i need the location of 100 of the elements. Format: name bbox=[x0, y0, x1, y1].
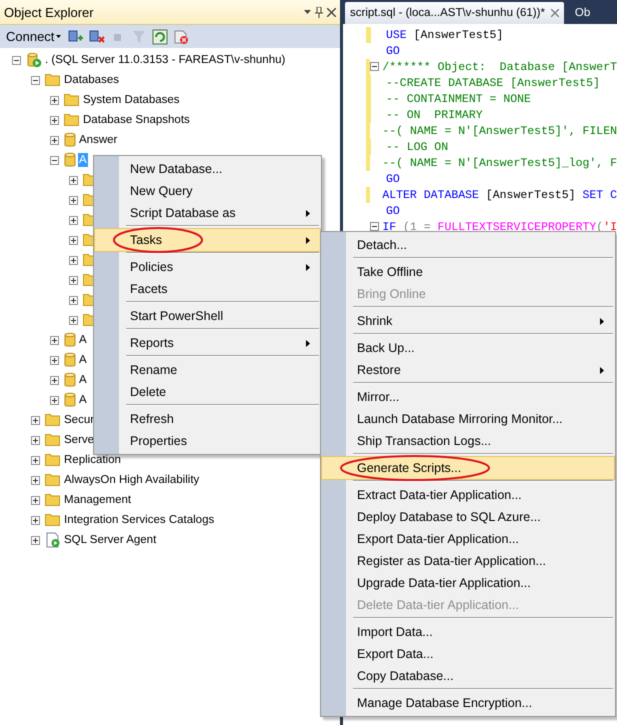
menu-item[interactable]: Upgrade Data-tier Application... bbox=[322, 572, 614, 594]
expand-icon[interactable] bbox=[31, 436, 40, 444]
code-line: GO bbox=[386, 204, 400, 218]
menu-item[interactable]: Generate Scripts... bbox=[322, 457, 614, 479]
menu-item[interactable]: Register as Data-tier Application... bbox=[322, 550, 614, 572]
expand-icon[interactable] bbox=[31, 516, 40, 524]
menu-item[interactable]: Refresh bbox=[95, 408, 320, 430]
connect-button[interactable]: Connect bbox=[4, 29, 64, 44]
tree-item-label[interactable]: Database Snapshots bbox=[82, 113, 191, 127]
expand-icon[interactable] bbox=[69, 316, 78, 324]
menu-item[interactable]: Take Offline bbox=[322, 261, 614, 283]
refresh-icon[interactable] bbox=[152, 28, 168, 44]
menu-item[interactable]: Reports bbox=[95, 332, 320, 354]
expand-icon[interactable] bbox=[69, 276, 78, 284]
folder-icon bbox=[45, 474, 61, 486]
tree-item-label[interactable]: Secur bbox=[63, 413, 96, 427]
menu-item[interactable]: Manage Database Encryption... bbox=[322, 692, 614, 714]
menu-item[interactable]: Ship Transaction Logs... bbox=[322, 430, 614, 452]
tree-item-label[interactable]: System Databases bbox=[82, 93, 181, 107]
expand-icon[interactable] bbox=[50, 376, 59, 384]
expand-icon[interactable] bbox=[69, 196, 78, 204]
caret-icon bbox=[56, 35, 62, 38]
tree-item-label[interactable]: Integration Services Catalogs bbox=[63, 513, 216, 527]
expand-icon[interactable] bbox=[50, 136, 59, 144]
code-line: GO bbox=[386, 172, 400, 186]
menu-item[interactable]: Start PowerShell bbox=[95, 305, 320, 327]
close-icon[interactable] bbox=[327, 8, 336, 16]
expand-icon[interactable] bbox=[50, 116, 59, 124]
menu-item[interactable]: Delete bbox=[95, 381, 320, 403]
code-line: -- LOG ON bbox=[386, 140, 448, 154]
tree-item-label[interactable]: . (SQL Server 11.0.3153 - FAREAST\v-shunhu) bbox=[44, 53, 286, 67]
menu-item[interactable]: Launch Database Mirroring Monitor... bbox=[322, 408, 614, 430]
tree-item-label[interactable]: A bbox=[78, 373, 88, 387]
menu-item[interactable]: Import Data... bbox=[322, 621, 614, 643]
tree-item-label[interactable]: A bbox=[78, 333, 88, 347]
menu-item[interactable]: Back Up... bbox=[322, 337, 614, 359]
expand-icon[interactable] bbox=[50, 396, 59, 404]
document-play-icon bbox=[45, 532, 61, 548]
tree-item-label[interactable]: Serve bbox=[63, 433, 96, 447]
code-line: /****** Object: Database [AnswerT bbox=[382, 60, 617, 74]
menu-item[interactable]: Mirror... bbox=[322, 386, 614, 408]
menu-item[interactable]: Policies bbox=[95, 256, 320, 278]
expand-icon[interactable] bbox=[31, 476, 40, 484]
collapse-icon[interactable] bbox=[31, 76, 40, 84]
database-play-icon bbox=[26, 52, 42, 68]
expand-icon[interactable] bbox=[69, 176, 78, 184]
disconnect-server-icon[interactable] bbox=[89, 28, 106, 44]
expand-icon[interactable] bbox=[69, 296, 78, 304]
menu-item[interactable]: New Database... bbox=[95, 158, 320, 180]
code-line: -- CONTAINMENT = NONE bbox=[386, 92, 531, 106]
tree-item-label[interactable]: Databases bbox=[63, 73, 120, 87]
tree-item-label[interactable]: A bbox=[78, 353, 88, 367]
expand-icon[interactable] bbox=[50, 336, 59, 344]
close-icon[interactable] bbox=[550, 9, 559, 17]
menu-item[interactable]: Facets bbox=[95, 278, 320, 300]
tree-item-label[interactable]: Replication bbox=[63, 453, 122, 467]
menu-item[interactable]: New Query bbox=[95, 180, 320, 202]
code-line: -- ON PRIMARY bbox=[386, 108, 483, 122]
expand-icon[interactable] bbox=[69, 216, 78, 224]
menu-item[interactable]: Shrink bbox=[322, 310, 614, 332]
code-line: --( NAME = N'[AnswerTest5]_log', F bbox=[382, 156, 617, 170]
folder-icon bbox=[64, 114, 80, 126]
menu-item[interactable]: Export Data-tier Application... bbox=[322, 528, 614, 550]
folder-icon bbox=[64, 94, 80, 106]
tree-item-label[interactable]: SQL Server Agent bbox=[63, 533, 158, 547]
menu-item[interactable]: Script Database as bbox=[95, 202, 320, 224]
connect-server-icon[interactable] bbox=[68, 28, 84, 44]
tree-item-label[interactable]: Management bbox=[63, 493, 132, 507]
editor-tab[interactable]: Ob bbox=[570, 2, 596, 24]
menu-item[interactable]: Tasks bbox=[95, 229, 320, 251]
menu-item[interactable]: Rename bbox=[95, 359, 320, 381]
menu-item[interactable]: Properties bbox=[95, 430, 320, 452]
menu-item[interactable]: Detach... bbox=[322, 234, 614, 256]
expand-icon[interactable] bbox=[31, 456, 40, 464]
editor-tab[interactable]: script.sql - (loca...AST\v-shunhu (61))* bbox=[345, 2, 564, 24]
cancel-icon[interactable] bbox=[173, 28, 190, 44]
menu-item[interactable]: Restore bbox=[322, 359, 614, 381]
menu-item[interactable]: Copy Database... bbox=[322, 665, 614, 687]
pin-icon[interactable] bbox=[315, 6, 323, 18]
code-line: ALTER DATABASE [AnswerTest5] SET C bbox=[382, 188, 617, 202]
tree-item-label[interactable]: AlwaysOn High Availability bbox=[63, 473, 200, 487]
expand-icon[interactable] bbox=[31, 416, 40, 424]
expand-icon[interactable] bbox=[69, 256, 78, 264]
collapse-icon[interactable] bbox=[12, 56, 21, 64]
tree-item-label[interactable]: Answer bbox=[78, 133, 118, 147]
folder-icon bbox=[45, 454, 61, 466]
menu-item[interactable]: Export Data... bbox=[322, 643, 614, 665]
tree-item-label[interactable]: A bbox=[78, 393, 88, 407]
menu-item[interactable]: Extract Data-tier Application... bbox=[322, 484, 614, 506]
expand-icon[interactable] bbox=[50, 356, 59, 364]
expand-icon[interactable] bbox=[31, 496, 40, 504]
expand-icon[interactable] bbox=[69, 236, 78, 244]
folder-icon bbox=[45, 494, 61, 506]
panel-title: Object Explorer bbox=[4, 4, 95, 20]
collapse-icon[interactable] bbox=[50, 156, 59, 164]
dropdown-caret-icon[interactable] bbox=[304, 10, 311, 14]
expand-icon[interactable] bbox=[31, 536, 40, 544]
menu-item[interactable]: Deploy Database to SQL Azure... bbox=[322, 506, 614, 528]
expand-icon[interactable] bbox=[50, 96, 59, 104]
database-icon bbox=[64, 352, 76, 368]
